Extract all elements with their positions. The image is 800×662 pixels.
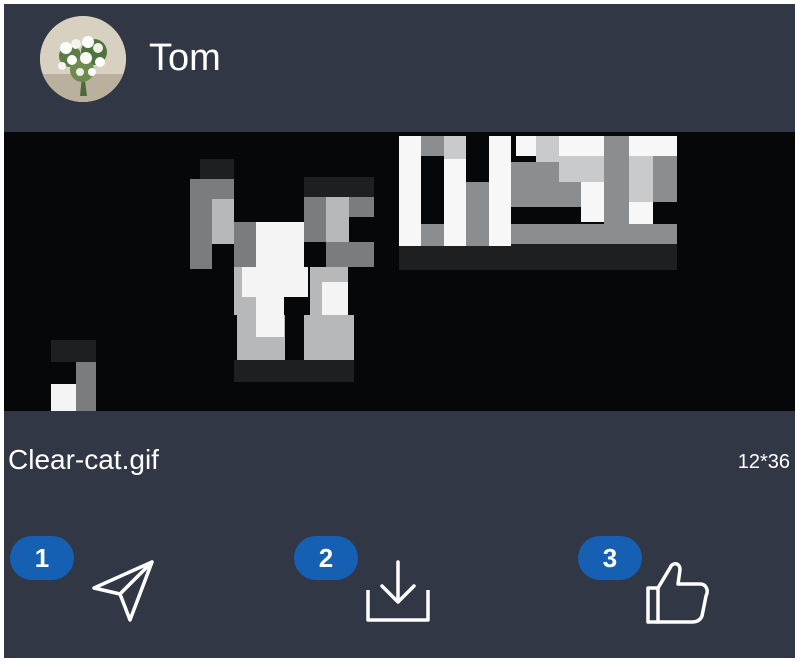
download-button[interactable]: 2	[294, 536, 430, 636]
download-icon	[366, 560, 430, 622]
thumbs-up-icon	[646, 562, 709, 624]
post-card: Tom Clear-cat.gif 12*36 1 2 3	[4, 4, 795, 658]
pixelated-cat-image	[51, 136, 677, 411]
badge-3: 3	[578, 536, 642, 580]
badge-2: 2	[294, 536, 358, 580]
flower-bouquet-avatar-icon	[40, 16, 126, 102]
gif-preview[interactable]	[4, 132, 795, 411]
file-name: Clear-cat.gif	[8, 444, 159, 475]
avatar[interactable]	[40, 16, 126, 102]
send-icon	[92, 560, 154, 622]
username: Tom	[149, 37, 221, 79]
badge-1: 1	[10, 536, 74, 580]
send-button[interactable]: 1	[10, 536, 154, 636]
post-header: Tom	[4, 4, 795, 132]
like-button[interactable]: 3	[578, 536, 709, 636]
file-dimensions: 12*36	[737, 451, 790, 473]
